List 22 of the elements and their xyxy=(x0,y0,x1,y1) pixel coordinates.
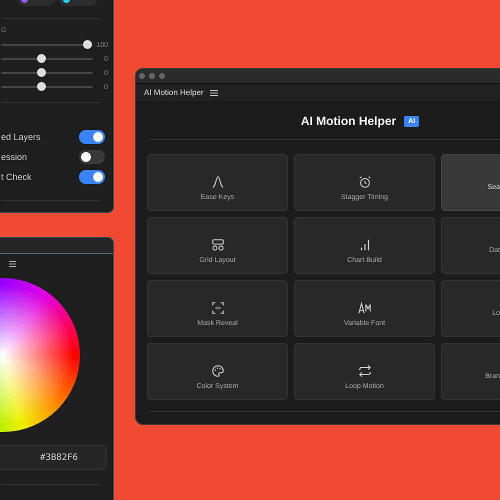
toggle-switch[interactable] xyxy=(79,150,105,164)
toggle-switch[interactable] xyxy=(79,170,105,184)
menu-icon[interactable] xyxy=(9,261,16,267)
toggle-label: ession xyxy=(1,152,28,162)
loop-icon xyxy=(358,364,372,378)
slider-thumb[interactable] xyxy=(37,82,46,91)
toggle-label: ed Layers xyxy=(1,132,41,142)
frame-icon xyxy=(210,300,224,314)
window-title: AI Motion Helper xyxy=(144,88,204,97)
slider-thumb[interactable] xyxy=(37,68,46,77)
toggle-switch[interactable] xyxy=(79,130,105,144)
slider-thumb[interactable] xyxy=(37,54,46,63)
alarm-clock-icon xyxy=(358,174,372,188)
toggle-label: t Check xyxy=(1,172,32,182)
menu-icon[interactable] xyxy=(210,90,218,96)
hex-field[interactable]: #3B82F6 xyxy=(0,445,107,470)
font-icon xyxy=(358,300,372,314)
palette-icon xyxy=(210,364,224,378)
layout-icon xyxy=(210,238,224,252)
curve-icon xyxy=(210,174,224,188)
app-heading: AI Motion Helper xyxy=(300,114,396,128)
slider-thumb[interactable] xyxy=(83,40,92,49)
